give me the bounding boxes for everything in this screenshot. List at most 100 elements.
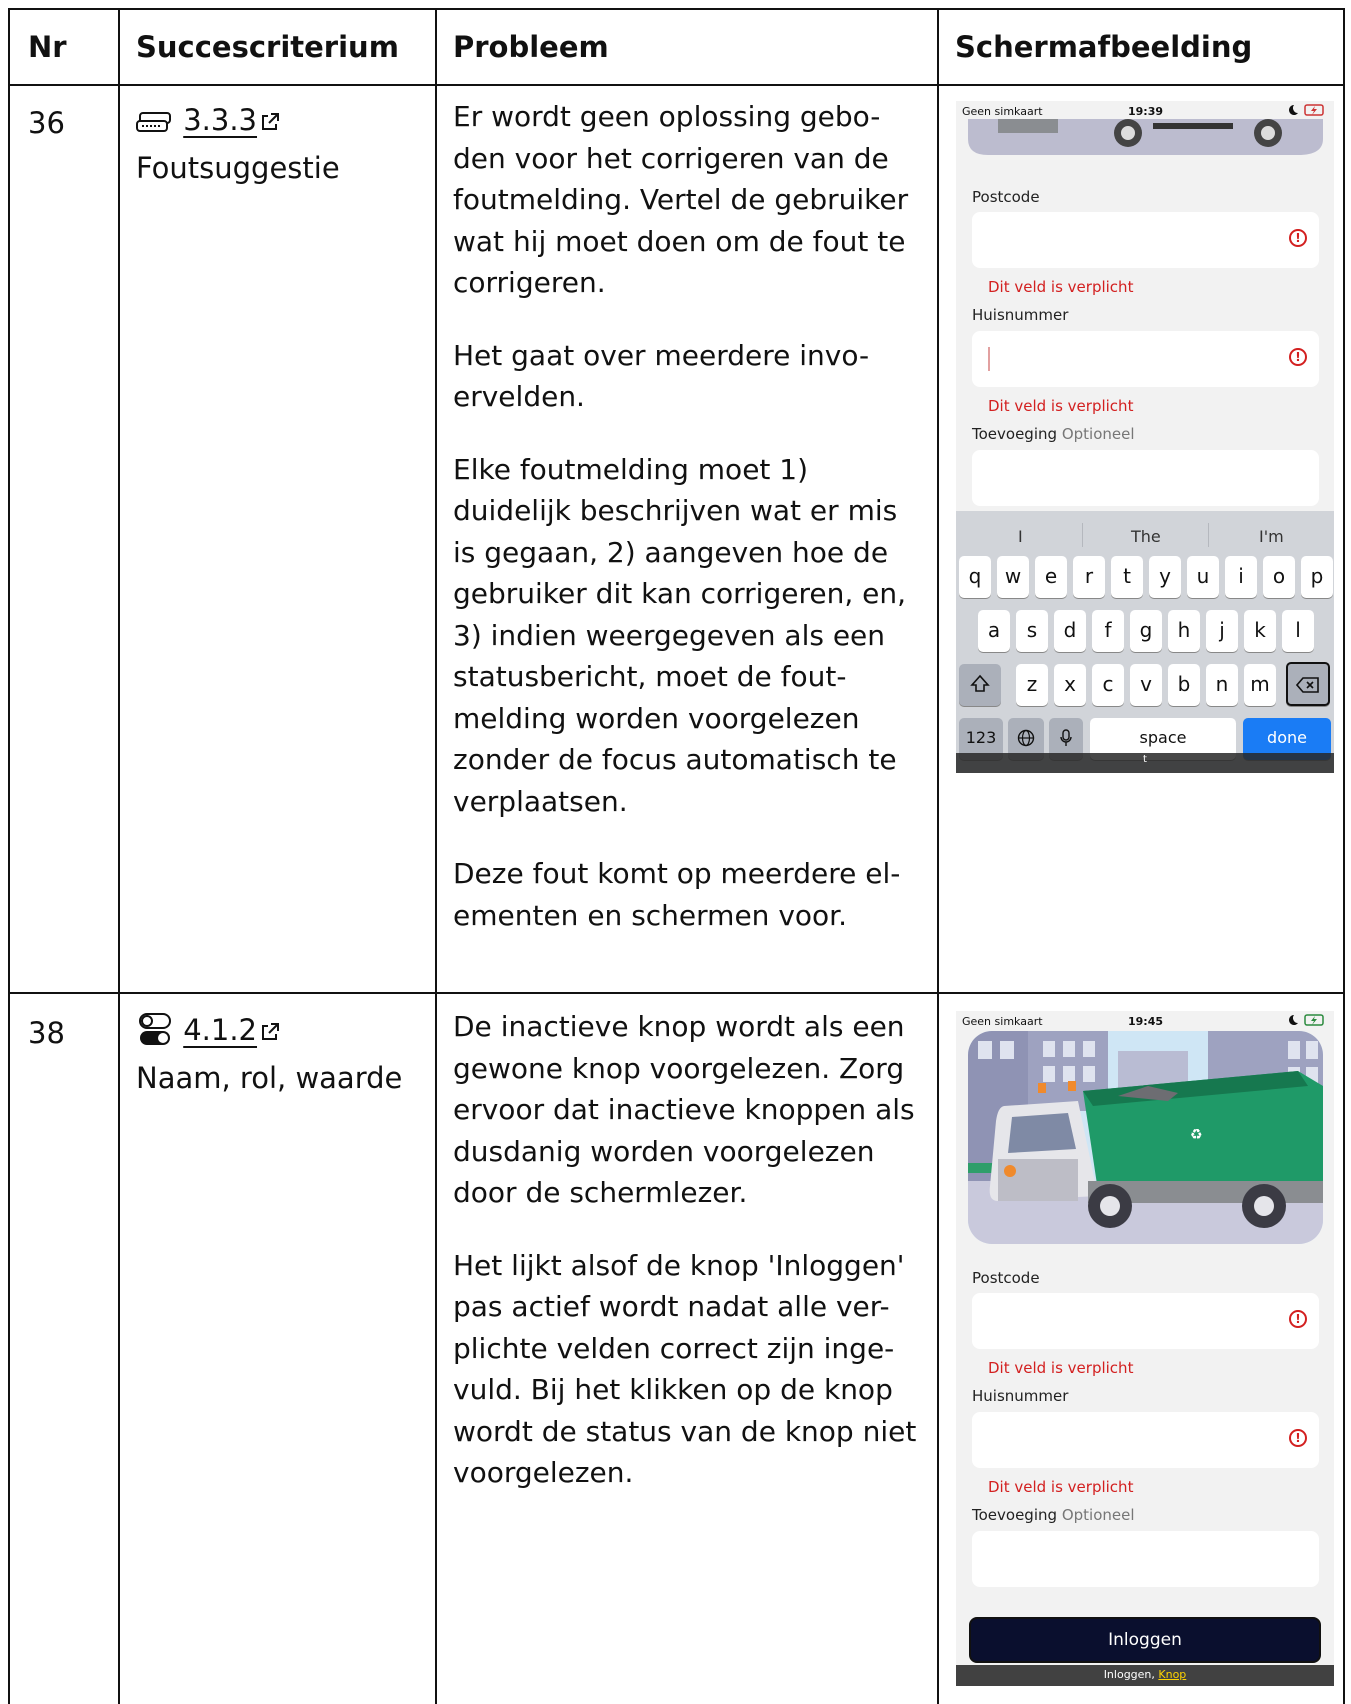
header-screenshot: Schermafbeelding — [955, 30, 1253, 64]
globe-icon — [1017, 729, 1035, 747]
error-icon: ! — [1289, 1429, 1307, 1447]
external-link-icon — [262, 113, 280, 130]
key[interactable]: j — [1206, 610, 1238, 652]
toevoeging-input[interactable] — [972, 1531, 1319, 1587]
clock-text: 19:45 — [1128, 1015, 1164, 1028]
key[interactable]: n — [1206, 664, 1238, 706]
screenshot-row-38: Geen simkaart 19:45 ♻ Postcode ! Dit vel… — [956, 1011, 1334, 1686]
criterion-cell: 4.1.2 Naam, rol, waarde — [136, 1006, 402, 1102]
key[interactable]: q — [959, 556, 991, 598]
backspace-key[interactable] — [1286, 662, 1330, 706]
toevoeging-label: Toevoeging Optioneel — [972, 425, 1135, 443]
postcode-input[interactable]: ! — [972, 212, 1319, 268]
key[interactable]: l — [1282, 610, 1314, 652]
key[interactable]: s — [1016, 610, 1048, 652]
key[interactable]: z — [1016, 664, 1048, 706]
criterion-link[interactable]: 3.3.3 — [183, 103, 280, 137]
column-divider — [937, 10, 939, 1704]
key[interactable]: u — [1187, 556, 1219, 598]
row-divider — [10, 992, 1343, 994]
key[interactable]: i — [1225, 556, 1257, 598]
truck-illustration-cropped — [968, 119, 1323, 155]
problem-cell: Er wordt geen oplossing gebo- den voor h… — [453, 96, 923, 967]
garbage-truck-illustration: ♻ — [968, 1031, 1323, 1244]
huisnummer-label: Huisnummer — [972, 1387, 1069, 1405]
huisnummer-label: Huisnummer — [972, 306, 1069, 324]
problem-paragraph: Het lijkt alsof de knop 'Inloggen' pas a… — [453, 1248, 917, 1490]
postcode-error: Dit veld is verplicht — [988, 278, 1134, 296]
login-button[interactable]: Inloggen — [969, 1617, 1321, 1663]
problem-paragraph: Elke foutmelding moet 1) duidelijk besch… — [453, 452, 907, 818]
postcode-error: Dit veld is verplicht — [988, 1359, 1134, 1377]
key[interactable]: c — [1092, 664, 1124, 706]
postcode-label: Postcode — [972, 188, 1040, 206]
key[interactable]: o — [1263, 556, 1295, 598]
keyboard-form-icon — [136, 103, 183, 137]
postcode-label: Postcode — [972, 1269, 1040, 1287]
huisnummer-error: Dit veld is verplicht — [988, 397, 1134, 415]
shift-icon — [970, 674, 990, 692]
suggestion[interactable]: The — [1131, 527, 1161, 546]
huisnummer-input[interactable]: ! — [972, 1412, 1319, 1468]
huisnummer-input[interactable]: ! — [972, 331, 1319, 387]
key[interactable]: y — [1149, 556, 1181, 598]
microphone-icon — [1060, 729, 1072, 746]
status-bar: Geen simkaart 19:45 — [956, 1011, 1334, 1031]
battery-icon — [1288, 103, 1328, 120]
toevoeging-label: Toevoeging Optioneel — [972, 1506, 1135, 1524]
problem-paragraph: Deze fout komt op meerdere el- ementen e… — [453, 857, 901, 932]
row-number: 36 — [28, 106, 65, 140]
problem-paragraph: De inactieve knop wordt als een gewone k… — [453, 1010, 915, 1209]
on-screen-keyboard: I The I'm q w e r t y u i o p a s d f g … — [956, 511, 1334, 773]
error-icon: ! — [1289, 348, 1307, 366]
key[interactable]: r — [1073, 556, 1105, 598]
criterion-link[interactable]: 4.1.2 — [183, 1013, 280, 1047]
problem-paragraph: Het gaat over meerdere invo- ervelden. — [453, 338, 870, 414]
header-problem: Probleem — [453, 30, 609, 64]
header-nr: Nr — [28, 30, 67, 64]
toggle-switches-icon — [136, 1013, 183, 1047]
key[interactable]: f — [1092, 610, 1124, 652]
toevoeging-input[interactable] — [972, 450, 1319, 506]
suggestion[interactable]: I'm — [1259, 527, 1284, 546]
suggestion[interactable]: I — [1018, 527, 1023, 546]
key[interactable]: m — [1244, 664, 1276, 706]
criterion-name: Foutsuggestie — [136, 151, 340, 185]
key[interactable]: e — [1035, 556, 1067, 598]
key[interactable]: g — [1130, 610, 1162, 652]
problem-cell: De inactieve knop wordt als een gewone k… — [453, 1006, 923, 1525]
clock-text: 19:39 — [1128, 105, 1164, 118]
error-icon: ! — [1289, 229, 1307, 247]
key[interactable]: d — [1054, 610, 1086, 652]
key[interactable]: v — [1130, 664, 1162, 706]
key[interactable]: w — [997, 556, 1029, 598]
huisnummer-error: Dit veld is verplicht — [988, 1478, 1134, 1496]
postcode-input[interactable]: ! — [972, 1293, 1319, 1349]
row-number: 38 — [28, 1016, 65, 1050]
external-link-icon — [262, 1023, 280, 1040]
key[interactable]: x — [1054, 664, 1086, 706]
criterion-name: Naam, rol, waarde — [136, 1061, 403, 1095]
shift-key[interactable] — [959, 664, 1001, 706]
key[interactable]: b — [1168, 664, 1200, 706]
column-divider — [118, 10, 120, 1704]
battery-icon — [1288, 1013, 1328, 1030]
status-bar: Geen simkaart 19:39 — [956, 101, 1334, 121]
carrier-text: Geen simkaart — [962, 1015, 1043, 1028]
screenshot-row-36: Geen simkaart 19:39 Postcode ! Dit veld … — [956, 101, 1334, 773]
header-criterion: Succescriterium — [136, 30, 399, 64]
criterion-cell: 3.3.3 Foutsuggestie — [136, 96, 340, 192]
key[interactable]: p — [1301, 556, 1333, 598]
key[interactable]: t — [1111, 556, 1143, 598]
text-cursor — [988, 347, 990, 371]
column-divider — [435, 10, 437, 1704]
problem-paragraph: Er wordt geen oplossing gebo- den voor h… — [453, 100, 909, 299]
key[interactable]: a — [978, 610, 1010, 652]
svg-text:♻: ♻ — [1190, 1127, 1203, 1143]
voiceover-caption: t — [956, 753, 1334, 773]
header-divider — [10, 84, 1343, 86]
key[interactable]: h — [1168, 610, 1200, 652]
voiceover-caption: Inloggen, Knop — [956, 1665, 1334, 1686]
error-icon: ! — [1289, 1310, 1307, 1328]
key[interactable]: k — [1244, 610, 1276, 652]
